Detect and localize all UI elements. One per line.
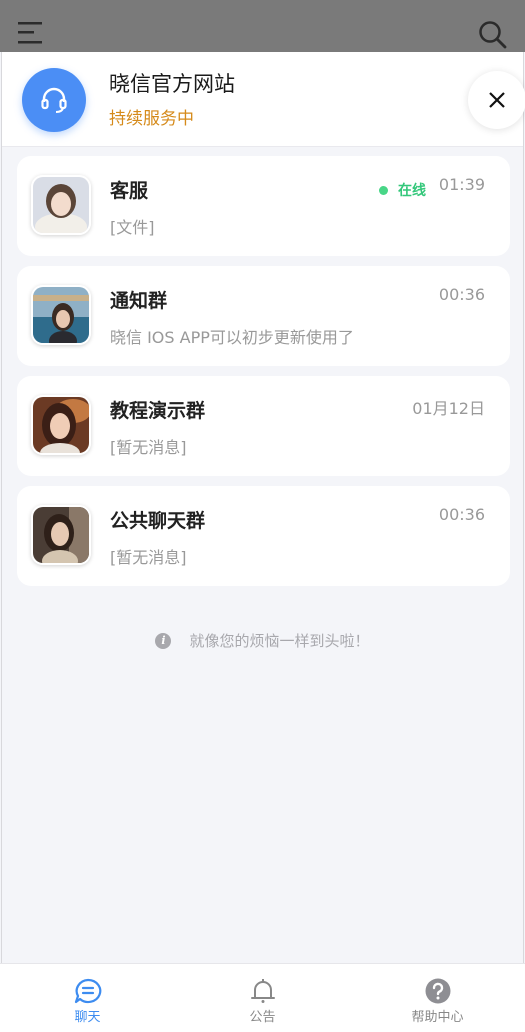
chat-preview: [文件] bbox=[110, 218, 155, 237]
chat-preview: [暂无消息] bbox=[110, 438, 187, 457]
app-bar bbox=[0, 0, 525, 52]
chat-time: 00:36 bbox=[438, 285, 485, 304]
help-icon bbox=[425, 978, 450, 1004]
nav-chat[interactable]: 聊天 bbox=[0, 964, 175, 1032]
service-status: 持续服务中 bbox=[109, 109, 194, 129]
nav-chat-label: 聊天 bbox=[74, 1010, 101, 1025]
chat-item-tutorial-group[interactable]: 教程演示群 01月12日 [暂无消息] bbox=[17, 376, 510, 476]
bottom-nav: 聊天 公告 帮助中心 bbox=[0, 963, 525, 1032]
chat-name: 教程演示群 bbox=[110, 400, 206, 422]
bell-icon bbox=[250, 979, 275, 1003]
chat-item-notice-group[interactable]: 通知群 00:36 晓信 IOS APP可以初步更新使用了 bbox=[17, 266, 510, 366]
nav-help-center-label: 帮助中心 bbox=[411, 1010, 464, 1025]
site-name: 晓信官方网站 bbox=[109, 72, 235, 96]
end-of-list-note: i 就像您的烦恼一样到头啦！ bbox=[2, 630, 523, 651]
chat-item-customer-service[interactable]: 客服 在线 01:39 [文件] bbox=[17, 156, 510, 256]
headset-avatar bbox=[22, 68, 86, 132]
chat-bubble-icon bbox=[74, 978, 101, 1004]
avatar bbox=[31, 505, 91, 565]
info-icon: i bbox=[155, 632, 172, 649]
chat-panel: 晓信官方网站 持续服务中 客服 在线 01:39 [文件] 通知群 00:36 … bbox=[1, 52, 525, 963]
chat-name: 公共聊天群 bbox=[110, 510, 206, 532]
close-button[interactable] bbox=[468, 71, 525, 129]
nav-help-center[interactable]: 帮助中心 bbox=[350, 964, 525, 1032]
chat-preview: 晓信 IOS APP可以初步更新使用了 bbox=[110, 328, 354, 347]
chat-time: 01月12日 bbox=[412, 399, 485, 418]
end-note-text: 就像您的烦恼一样到头啦！ bbox=[189, 632, 370, 650]
nav-announcements-label: 公告 bbox=[249, 1010, 276, 1025]
nav-announcements[interactable]: 公告 bbox=[175, 964, 350, 1032]
avatar bbox=[31, 285, 91, 345]
chat-name: 通知群 bbox=[110, 290, 168, 312]
panel-header: 晓信官方网站 持续服务中 bbox=[2, 52, 525, 147]
avatar bbox=[31, 175, 91, 235]
chat-time: 00:36 bbox=[438, 505, 485, 524]
close-icon bbox=[489, 92, 505, 108]
headset-icon bbox=[41, 87, 67, 113]
chat-name: 客服 bbox=[110, 180, 149, 202]
search-icon[interactable] bbox=[478, 20, 508, 50]
chat-time: 01:39 bbox=[438, 175, 485, 194]
online-label: 在线 bbox=[398, 183, 426, 199]
chat-item-public-group[interactable]: 公共聊天群 00:36 [暂无消息] bbox=[17, 486, 510, 586]
online-dot-icon bbox=[379, 185, 388, 195]
online-status: 在线 bbox=[379, 180, 426, 200]
menu-icon[interactable] bbox=[18, 22, 44, 46]
chat-preview: [暂无消息] bbox=[110, 548, 187, 567]
chat-list: 客服 在线 01:39 [文件] 通知群 00:36 晓信 IOS APP可以初… bbox=[17, 156, 510, 596]
avatar bbox=[31, 395, 91, 455]
